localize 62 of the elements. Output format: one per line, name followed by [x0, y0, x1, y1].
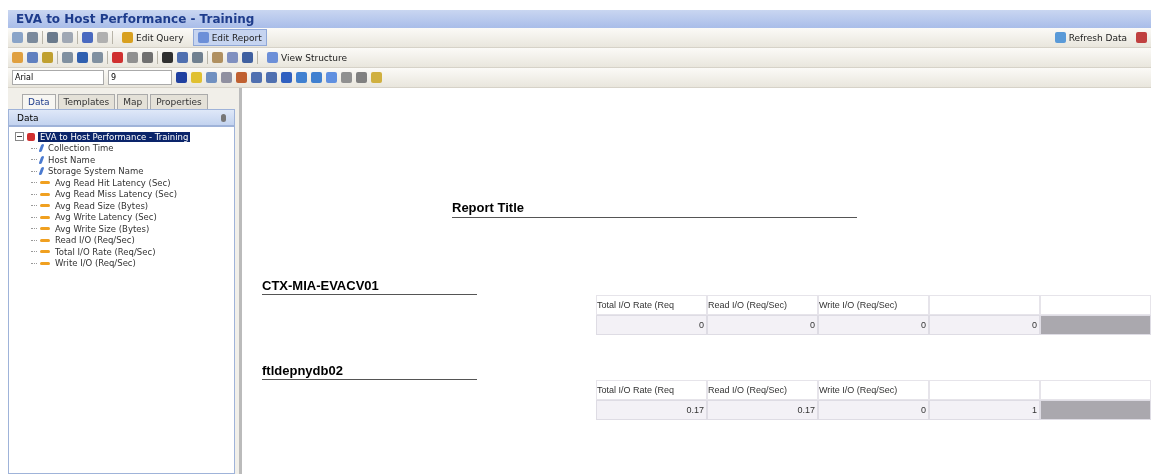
tree-item[interactable]: EVA to Host Performance - Training [38, 131, 191, 142]
table-cell: 1 [929, 400, 1040, 420]
toolbar-button[interactable]: Edit Query [117, 29, 189, 46]
tree-item[interactable]: Avg Read Miss Latency (Sec) [53, 189, 179, 200]
toolbar-icon[interactable] [77, 52, 88, 63]
tree-item[interactable]: Host Name [46, 154, 98, 165]
panel-tab[interactable]: Properties [150, 94, 208, 109]
format-icon[interactable] [176, 72, 187, 83]
toolbar-icon[interactable] [177, 52, 188, 63]
toolbar-icon[interactable] [112, 52, 123, 63]
table-cell: 0 [707, 315, 818, 335]
column-header: Read I/O (Req/Sec) [707, 380, 818, 400]
panel-tab[interactable]: Map [117, 94, 149, 109]
table-cell: 0.17 [596, 400, 707, 420]
panel-title: Data [17, 112, 39, 123]
format-icon[interactable] [221, 72, 232, 83]
toolbar-icon[interactable] [162, 52, 173, 63]
tree-item[interactable]: Avg Write Latency (Sec) [53, 212, 159, 223]
tree-item[interactable]: Read I/O (Req/Sec) [53, 235, 137, 246]
column-header: Total I/O Rate (Req [596, 295, 707, 315]
column-header: Total I/O Rate (Req [596, 380, 707, 400]
table-cell: 0 [818, 315, 929, 335]
collapse-icon[interactable] [15, 132, 24, 142]
refresh-data-button[interactable]: Refresh Data [1049, 29, 1132, 46]
tree-item[interactable]: Write I/O (Req/Sec) [53, 258, 138, 269]
tree-item[interactable]: Total I/O Rate (Req/Sec) [53, 246, 158, 257]
report-title: Report Title [452, 200, 857, 218]
toolbar-icon[interactable] [82, 32, 93, 43]
tree-item[interactable]: Avg Write Size (Bytes) [53, 223, 152, 234]
column-header: Read I/O (Req/Sec) [707, 295, 818, 315]
table-cell: 0 [929, 315, 1040, 335]
font-dropdown[interactable]: Arial [12, 70, 104, 85]
format-icon[interactable] [341, 72, 352, 83]
tree-item[interactable]: Collection Time [46, 143, 116, 154]
window-title: EVA to Host Performance - Training [8, 10, 1151, 28]
toolbar-icon[interactable] [47, 32, 58, 43]
tree-item[interactable]: Storage System Name [46, 166, 146, 177]
format-icon[interactable] [296, 72, 307, 83]
column-header: Write I/O (Req/Sec) [818, 380, 929, 400]
view-structure-button[interactable]: View Structure [262, 49, 353, 66]
toolbar-icon[interactable] [142, 52, 153, 63]
format-icon[interactable] [236, 72, 247, 83]
toolbar-icon[interactable] [242, 52, 253, 63]
table-cell: 0 [596, 315, 707, 335]
section-heading: ftldepnydb02 [262, 363, 477, 380]
panel-tab[interactable]: Data [22, 94, 56, 109]
format-icon[interactable] [326, 72, 337, 83]
tree-item[interactable]: Avg Read Size (Bytes) [53, 200, 151, 211]
column-header: Write I/O (Req/Sec) [818, 295, 929, 315]
toolbar-button[interactable]: Edit Report [192, 29, 267, 46]
panel-tab[interactable]: Templates [57, 94, 116, 109]
font-size-dropdown[interactable]: 9 [108, 70, 172, 85]
format-icon[interactable] [356, 72, 367, 83]
format-icon[interactable] [206, 72, 217, 83]
format-icon[interactable] [311, 72, 322, 83]
tree-item[interactable]: Avg Read Hit Latency (Sec) [53, 177, 173, 188]
table-cell: 0 [818, 400, 929, 420]
format-icon[interactable] [266, 72, 277, 83]
section-heading: CTX-MIA-EVACV01 [262, 278, 477, 295]
format-icon[interactable] [281, 72, 292, 83]
format-icon[interactable] [251, 72, 262, 83]
table-cell: 0.17 [707, 400, 818, 420]
